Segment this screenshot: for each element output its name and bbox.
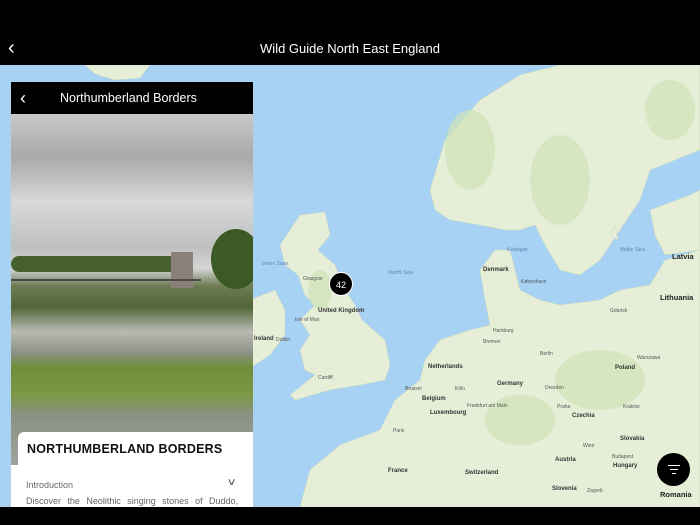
map-label: Hamburg [493,328,514,334]
map-label: Ireland [254,336,274,342]
info-card: NORTHUMBERLAND BORDERS Introduction ∨ Di… [18,432,253,507]
map-label: United Kingdom [318,308,365,314]
land-iceland [84,65,151,81]
map-label: Lithuania [660,293,694,302]
map-label: København [521,279,547,285]
chevron-down-icon[interactable]: ∨ [226,477,236,488]
panel-back-icon[interactable]: ‹ [20,88,26,109]
map-label: Zagreb [587,488,603,494]
map-label: Praha [557,404,571,410]
filter-icon [667,465,680,467]
map-label: Isle of Man [295,317,320,323]
panel-title: Northumberland Borders [60,91,197,105]
map-label: Budapest [612,454,634,460]
map-label: Poland [615,365,636,371]
map-label: North Sea [388,270,413,276]
map-label: Slovenia [552,486,577,492]
land-ireland [249,289,286,369]
map-label: Paris [393,428,405,434]
page-title: Wild Guide North East England [260,41,440,56]
introduction-toggle[interactable]: Introduction [26,480,73,490]
map-label: Dresden [545,385,564,391]
map-label: Germany [497,381,524,387]
map-label: Cardiff [318,375,333,381]
map-label: Netherlands [428,364,463,370]
map-label: Switzerland [465,470,499,476]
bridge-tower [171,252,193,288]
map-label: Romania [660,490,692,499]
map-label: Brussel [405,386,422,392]
map-label: Köln [455,386,466,392]
top-bar: ‹ Wild Guide North East England [0,0,700,65]
card-title: NORTHUMBERLAND BORDERS [27,442,223,456]
description-text: Discover the Neolithic singing stones of… [26,496,238,506]
map-label: Belgium [422,396,446,402]
map-label: Berlin [540,351,553,357]
land-great-britain [279,211,391,401]
map-label: Hungary [613,463,638,469]
map-label: Gdańsk [610,308,628,314]
map-label: Glasgow [303,276,323,282]
location-photo [11,114,253,465]
map-label: Czechia [572,413,595,419]
map-label: Dublin [276,337,291,343]
map-label: Bremen [483,339,501,345]
map-label: France [388,468,408,474]
map-label: Latvia [672,252,694,261]
map-label: Slovakia [620,436,645,442]
map-label: Warszawa [637,355,661,361]
map-label: Denmark [483,267,509,273]
detail-panel: ‹ Northumberland Borders NORTHUMBERLAND … [11,82,253,507]
map-label: Kattegat [507,247,528,253]
cluster-marker[interactable]: 42 [329,272,353,296]
filter-button[interactable] [657,453,690,486]
map-label: Baltic Sea [620,247,645,253]
map-label: Luxembourg [430,410,467,416]
map-label: Austria [555,457,576,463]
map-label: Wien [583,443,595,449]
map-label: Frankfurt am Main [467,403,508,409]
bottom-bar [0,507,700,525]
map-label: Kraków [623,404,640,410]
land-baltics [649,189,700,256]
panel-header: ‹ Northumberland Borders [11,82,253,114]
map-label: Inner Seas [262,261,289,267]
